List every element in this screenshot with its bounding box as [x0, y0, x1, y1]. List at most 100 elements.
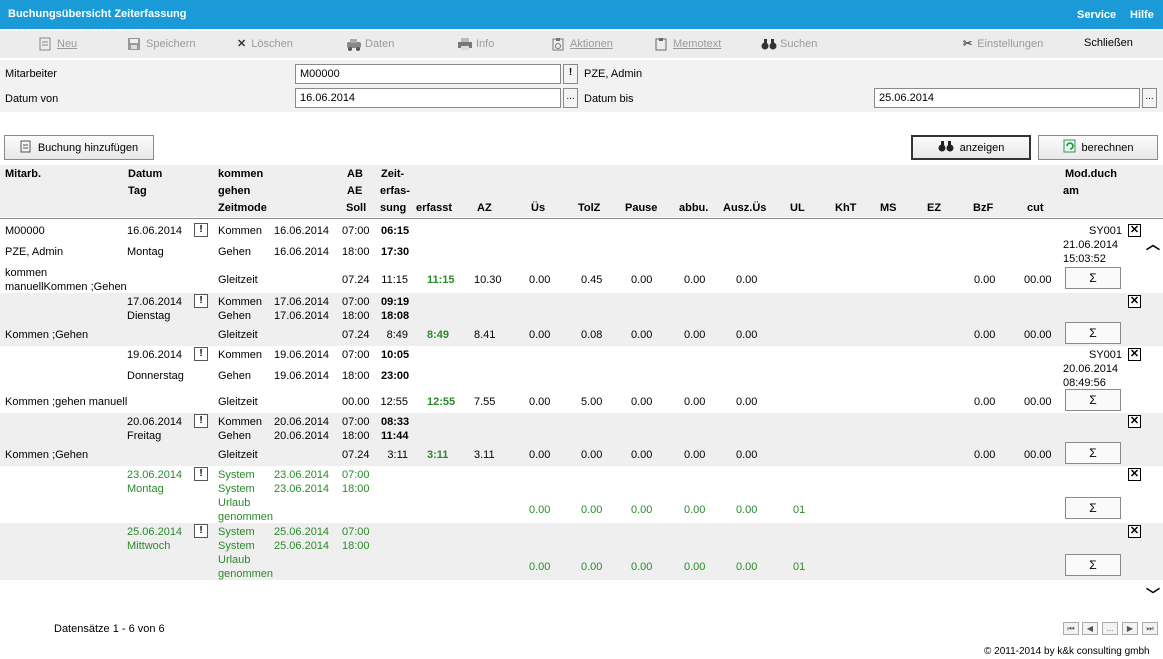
come-date: 17.06.2014 [274, 296, 330, 308]
info-button[interactable]: ! [194, 524, 208, 538]
sum-button[interactable]: Σ [1065, 267, 1121, 289]
ae-time: 18:00 [342, 540, 370, 552]
ul-value: 01 [793, 504, 806, 516]
delete-row-button[interactable]: ✕ [1128, 295, 1141, 308]
booking-date: 20.06.2014 [127, 416, 183, 428]
recorded-time: 12:55 [427, 396, 456, 408]
next-page-button[interactable]: ▶ [1122, 622, 1138, 635]
booking-day: Freitag [127, 430, 162, 442]
booking-day: Donnerstag [127, 370, 184, 382]
time-mode: genommen [218, 568, 274, 580]
time-mode: Gleitzeit [218, 274, 258, 286]
delete-row-button[interactable]: ✕ [1128, 415, 1141, 428]
booking-day: Mittwoch [127, 540, 171, 552]
page-list-button[interactable]: ... [1102, 622, 1118, 635]
come-type: Kommen [218, 349, 263, 361]
time-mode: Urlaub [218, 554, 251, 566]
go-type: Gehen [218, 430, 252, 442]
info-button[interactable]: ! [194, 223, 208, 237]
recorded-time: 8:49 [427, 329, 450, 341]
modified-by: SY001 [1089, 225, 1123, 237]
tolz-value: 0.00 [581, 504, 603, 516]
pause-value: 0.00 [631, 329, 653, 341]
first-page-button[interactable]: ⏮ [1063, 622, 1079, 635]
target-hours: 07.24 [342, 274, 370, 286]
target-hours: 07.24 [342, 329, 370, 341]
az-value: 7.55 [474, 396, 496, 408]
us-value: 0.00 [529, 561, 551, 573]
cut-value: 00.00 [1024, 329, 1052, 341]
time-recording: 3:11 [387, 449, 408, 461]
us-value: 0.00 [529, 504, 551, 516]
scroll-up-icon[interactable]: ︿ [1146, 234, 1160, 254]
auszus-value: 0.00 [736, 504, 758, 516]
employee-id: M00000 [5, 225, 45, 237]
go-date: 23.06.2014 [274, 483, 330, 495]
recorded-time: 11:15 [427, 274, 455, 286]
come-type: Kommen [218, 416, 263, 428]
sum-button[interactable]: Σ [1065, 497, 1121, 519]
employee-name: PZE, Admin [5, 246, 64, 258]
sum-button[interactable]: Σ [1065, 442, 1121, 464]
auszus-value: 0.00 [736, 274, 758, 286]
go-date: 19.06.2014 [274, 370, 330, 382]
copyright: © 2011-2014 by k&k consulting gmbh [984, 646, 1150, 657]
pause-value: 0.00 [631, 561, 653, 573]
abbu-value: 0.00 [684, 561, 706, 573]
delete-row-button[interactable]: ✕ [1128, 348, 1141, 361]
time-mode: genommen [218, 511, 274, 523]
booking-day: Montag [127, 483, 164, 495]
come-type: Kommen [218, 225, 263, 237]
sum-button[interactable]: Σ [1065, 554, 1121, 576]
prev-page-button[interactable]: ◀ [1082, 622, 1098, 635]
ae-time: 18:00 [342, 430, 370, 442]
abbu-value: 0.00 [684, 396, 706, 408]
ab-time: 07:00 [342, 349, 370, 361]
info-button[interactable]: ! [194, 414, 208, 428]
ae-time: 18:00 [342, 370, 370, 382]
cut-value: 00.00 [1024, 274, 1052, 286]
tolz-value: 5.00 [581, 396, 603, 408]
come-date: 23.06.2014 [274, 469, 330, 481]
go-type: System [218, 540, 255, 552]
time-mode: Urlaub [218, 497, 251, 509]
go-date: 25.06.2014 [274, 540, 330, 552]
az-value: 10.30 [474, 274, 502, 286]
delete-row-button[interactable]: ✕ [1128, 224, 1141, 237]
go-type: Gehen [218, 310, 252, 322]
tolz-value: 0.00 [581, 449, 603, 461]
tolz-value: 0.45 [581, 274, 603, 286]
ul-value: 01 [793, 561, 806, 573]
az-value: 3.11 [474, 449, 495, 461]
info-button[interactable]: ! [194, 467, 208, 481]
scroll-down-icon[interactable]: ﹀ [1146, 585, 1160, 605]
come-time: 10:05 [381, 349, 410, 361]
az-value: 8.41 [474, 329, 496, 341]
cut-value: 00.00 [1024, 396, 1052, 408]
sum-button[interactable]: Σ [1065, 389, 1121, 411]
auszus-value: 0.00 [736, 561, 758, 573]
go-time: 17:30 [381, 246, 410, 258]
booking-day: Dienstag [127, 310, 171, 322]
info-button[interactable]: ! [194, 347, 208, 361]
target-hours: 00.00 [342, 396, 370, 408]
last-page-button[interactable]: ⏭ [1142, 622, 1158, 635]
sum-button[interactable]: Σ [1065, 322, 1121, 344]
booking-note: Kommen ;Gehen [5, 449, 89, 461]
us-value: 0.00 [529, 449, 551, 461]
pause-value: 0.00 [631, 396, 653, 408]
info-button[interactable]: ! [194, 294, 208, 308]
booking-date: 25.06.2014 [127, 526, 183, 538]
us-value: 0.00 [529, 396, 551, 408]
go-time: 11:44 [381, 430, 409, 442]
bzf-value: 0.00 [974, 396, 996, 408]
time-mode: Gleitzeit [218, 449, 258, 461]
abbu-value: 0.00 [684, 274, 706, 286]
pause-value: 0.00 [631, 504, 653, 516]
delete-row-button[interactable]: ✕ [1128, 525, 1141, 538]
time-recording: 8:49 [386, 329, 408, 341]
pause-value: 0.00 [631, 449, 653, 461]
modified-date: 20.06.2014 [1063, 363, 1119, 375]
delete-row-button[interactable]: ✕ [1128, 468, 1141, 481]
booking-note: Kommen ;Gehen [5, 329, 89, 341]
